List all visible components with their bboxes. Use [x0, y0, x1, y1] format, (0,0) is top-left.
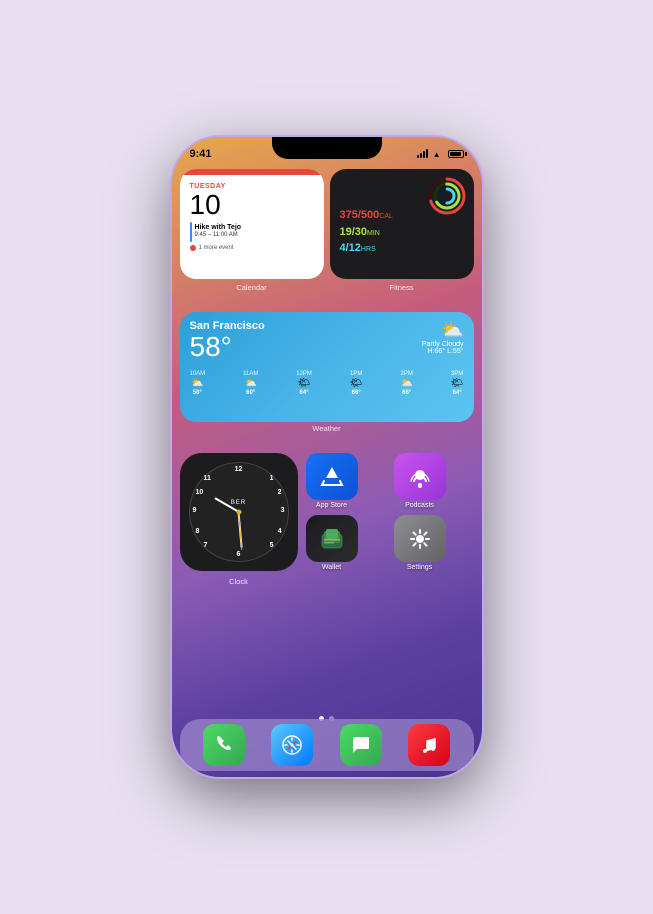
dock-messages[interactable]	[340, 724, 382, 766]
app-wallet[interactable]: Wallet	[304, 515, 360, 571]
clock-num-7: 7	[204, 542, 208, 549]
fitness-label: Fitness	[330, 283, 474, 292]
fitness-hours: 4/12HRS	[340, 240, 464, 257]
widget-labels-row-1: Calendar Fitness	[180, 283, 474, 292]
widget-labels-row-3: Clock	[180, 575, 474, 586]
calendar-label: Calendar	[180, 283, 324, 292]
dock	[180, 719, 474, 771]
clock-num-4: 4	[278, 528, 282, 535]
weather-label: Weather	[180, 424, 474, 433]
clock-num-11: 11	[204, 475, 211, 482]
wifi-icon: ▲	[433, 150, 441, 159]
fitness-minutes: 19/30MIN	[340, 224, 464, 241]
calendar-widget[interactable]: TUESDAY 10 Hike with Tejo 9:45 – 11:00 A…	[180, 169, 324, 279]
widget-row-1: TUESDAY 10 Hike with Tejo 9:45 – 11:00 A…	[180, 169, 474, 279]
clock-num-6: 6	[237, 551, 241, 558]
forecast-12pm: 12PM 🌤 64°	[296, 371, 312, 396]
calendar-event-title: Hike with Tejo	[195, 224, 242, 231]
clock-num-1: 1	[270, 475, 274, 482]
clock-label: Clock	[180, 577, 298, 586]
fitness-widget[interactable]: 375/500CAL 19/30MIN 4/12HRS	[330, 169, 474, 279]
clock-num-8: 8	[196, 528, 200, 535]
dock-phone[interactable]	[203, 724, 245, 766]
clock-center-dot	[236, 510, 241, 515]
forecast-2pm: 2PM ⛅ 66°	[400, 371, 412, 396]
apps-grid: App Store Podcasts	[304, 453, 474, 571]
forecast-11am: 11AM ⛅ 60°	[243, 371, 258, 396]
second-hand	[238, 512, 242, 550]
forecast-10am: 10AM ⛅ 58°	[190, 371, 206, 396]
dock-safari[interactable]	[271, 724, 313, 766]
status-icons: ▲	[417, 150, 464, 159]
fitness-rings	[428, 177, 466, 215]
weather-right: ⛅ Partly Cloudy H:66° L:55°	[422, 320, 464, 355]
clock-num-9: 9	[193, 507, 197, 514]
forecast-3pm: 3PM 🌤 64°	[451, 371, 464, 396]
weather-cloud-icon: ⛅	[422, 320, 464, 341]
phone-screen: 9:41 ▲ TUESDAY 10	[172, 137, 482, 777]
status-time: 9:41	[190, 148, 212, 160]
clock-num-5: 5	[270, 542, 274, 549]
clock-city-label: BER	[231, 500, 246, 506]
calendar-more-text: 1 more event	[199, 245, 234, 251]
clock-num-2: 2	[278, 489, 282, 496]
notch	[272, 137, 382, 159]
clock-face: 12 1 2 3 4 5 6 7 8 9 10 11 BER	[189, 462, 289, 562]
calendar-date: 10	[190, 191, 314, 219]
weather-widget[interactable]: San Francisco 58° ⛅ Partly Cloudy H:66° …	[180, 312, 474, 422]
calendar-event-time: 9:45 – 11:00 AM	[195, 231, 242, 239]
app-settings[interactable]: Settings	[392, 515, 448, 571]
clock-widget[interactable]: 12 1 2 3 4 5 6 7 8 9 10 11 BER	[180, 453, 298, 571]
weather-condition: Partly Cloudy	[422, 341, 464, 348]
signal-icon	[417, 150, 428, 158]
phone-frame: 9:41 ▲ TUESDAY 10	[172, 137, 482, 777]
appstore-label: App Store	[316, 502, 347, 509]
calendar-event-dot	[190, 222, 192, 242]
widgets-area: TUESDAY 10 Hike with Tejo 9:45 – 11:00 A…	[180, 165, 474, 709]
podcasts-label: Podcasts	[405, 502, 434, 509]
wallet-label: Wallet	[322, 564, 341, 571]
widget-row-3: 12 1 2 3 4 5 6 7 8 9 10 11 BER	[180, 453, 474, 571]
forecast-1pm: 1PM 🌤 66°	[350, 371, 363, 396]
app-appstore[interactable]: App Store	[304, 453, 360, 509]
clock-num-10: 10	[196, 489, 204, 496]
settings-label: Settings	[407, 564, 432, 571]
dock-music[interactable]	[408, 724, 450, 766]
weather-hl: H:66° L:55°	[422, 348, 464, 355]
clock-num-3: 3	[281, 507, 285, 514]
calendar-more-dot	[190, 245, 196, 251]
weather-forecast: 10AM ⛅ 58° 11AM ⛅ 60° 12PM 🌤 64°	[190, 367, 464, 396]
app-podcasts[interactable]: Podcasts	[392, 453, 448, 509]
clock-num-12: 12	[235, 466, 243, 473]
battery-icon	[448, 150, 464, 158]
